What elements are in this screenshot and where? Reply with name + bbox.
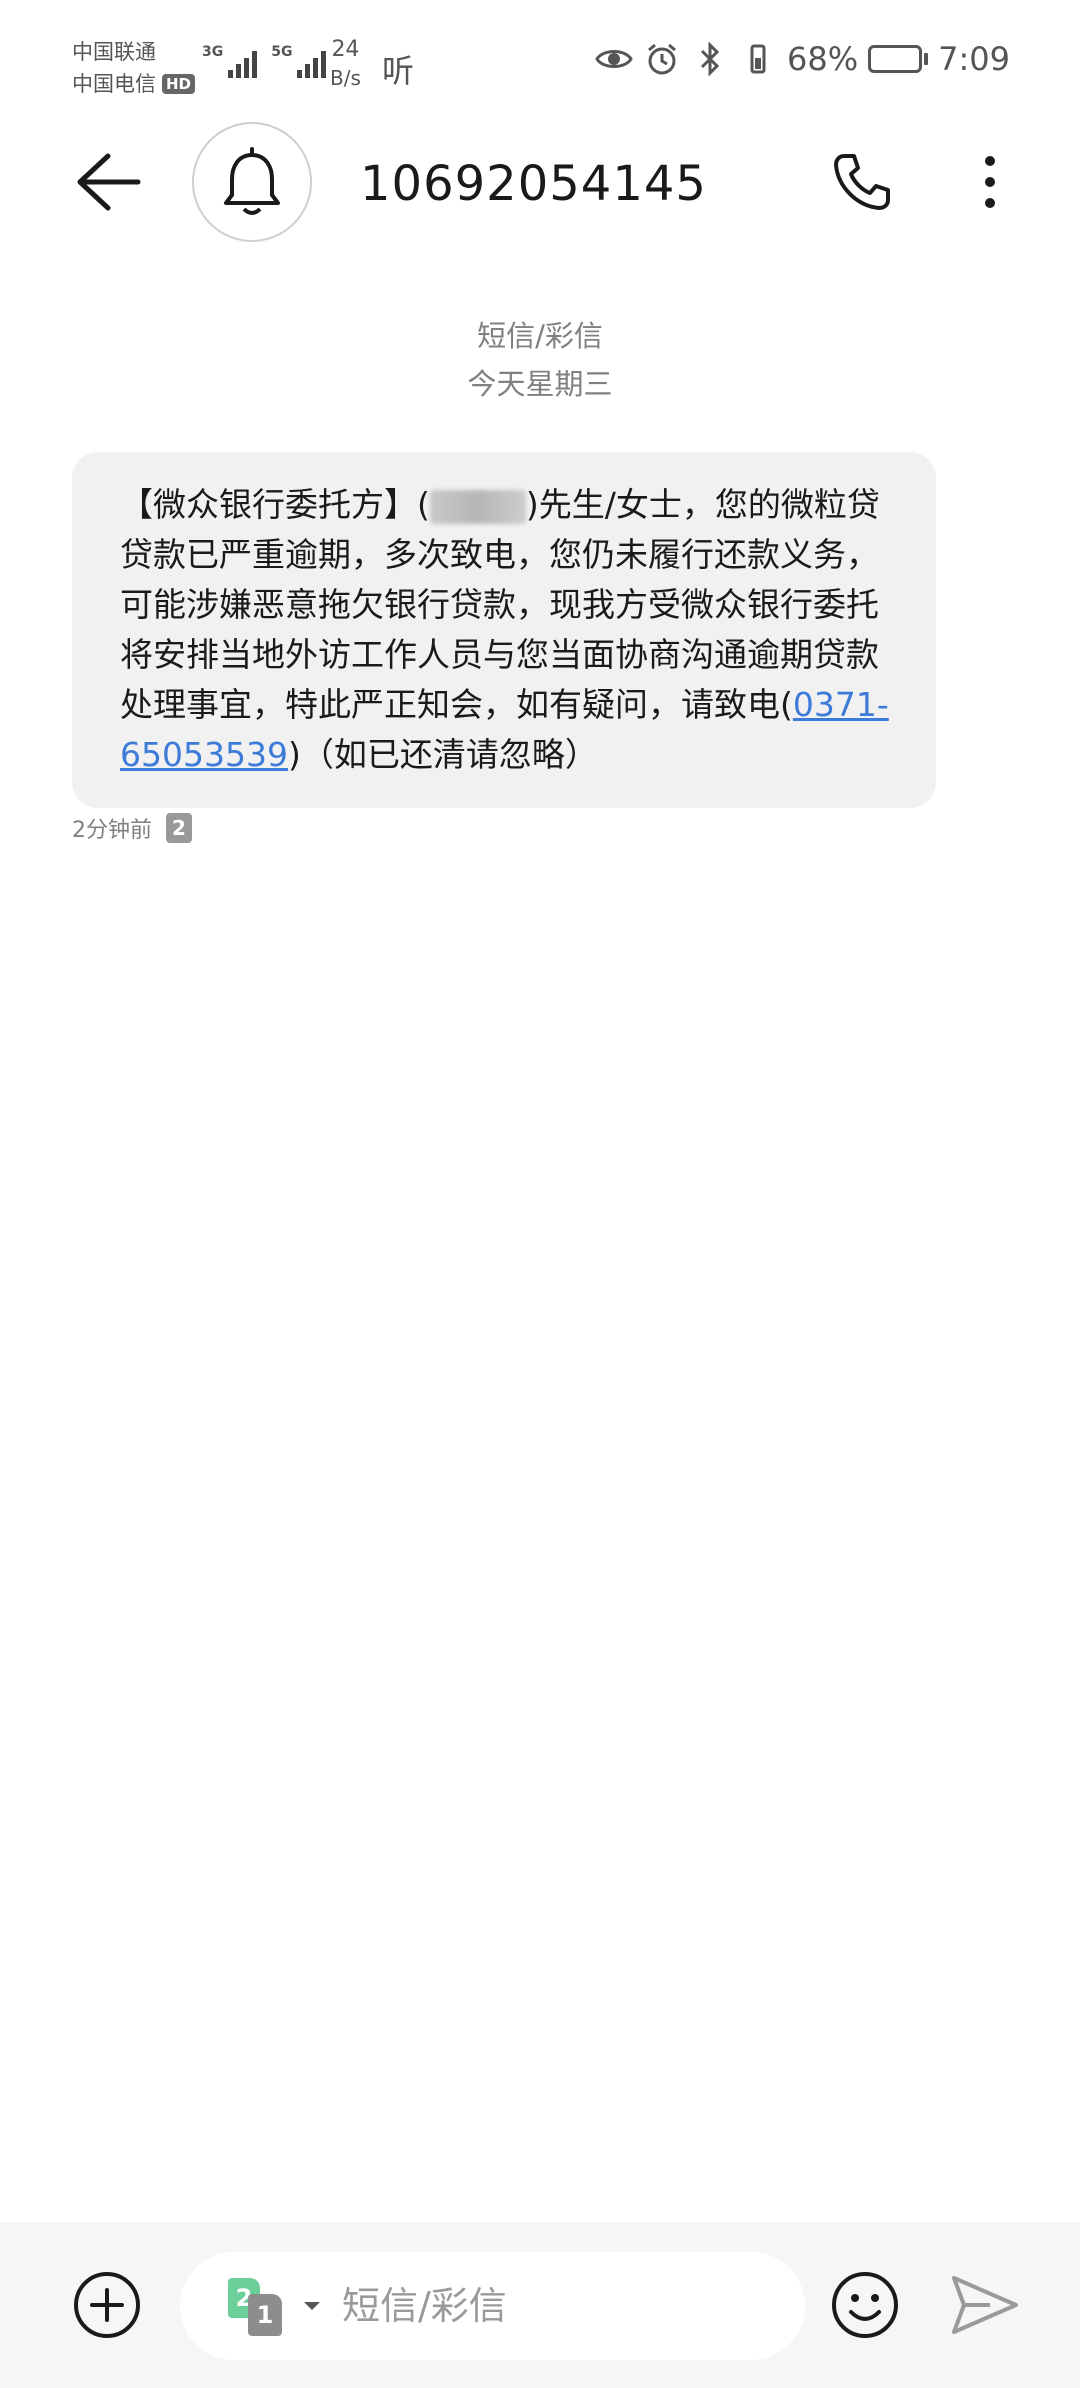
date-label: 今天星期三 <box>467 367 613 401</box>
network-type-1: 3G <box>202 44 224 60</box>
speed-unit: B/s <box>330 66 361 90</box>
eye-icon <box>595 40 633 78</box>
message-text-end: )（如已还清请忽略） <box>287 735 598 774</box>
message-meta: 2分钟前 2 <box>72 812 192 844</box>
conversation-header: 10692054145 <box>0 120 1080 250</box>
listen-icon: 听 <box>382 52 415 90</box>
hd-badge: HD <box>162 74 196 94</box>
alarm-icon <box>643 40 681 78</box>
status-bar: 中国联通 中国电信 HD 3G 5G 24 B/s 听 68% 7:09 <box>0 0 1080 130</box>
add-attachment-button[interactable] <box>72 2270 142 2340</box>
message-time: 2分钟前 <box>72 818 152 843</box>
battery-icon <box>868 45 929 73</box>
signal-indicators: 3G 5G <box>202 44 327 78</box>
add-circle-icon <box>74 2272 140 2338</box>
message-bubble[interactable]: 【微众银行委托方】()先生/女士，您的微粒贷贷款已严重逾期，多次致电，您仍未履行… <box>72 452 936 808</box>
status-icons: 68% 7:09 <box>595 40 1010 78</box>
message-type-label: 短信/彩信 <box>477 319 603 353</box>
contact-avatar[interactable] <box>192 122 312 242</box>
status-time: 7:09 <box>938 40 1010 78</box>
carrier-info: 中国联通 中国电信 HD <box>72 36 196 100</box>
message-input-container: 2 1 <box>180 2252 805 2360</box>
carrier-2-label: 中国电信 <box>72 72 156 96</box>
back-button[interactable] <box>72 146 144 218</box>
battery-percent: 68% <box>787 40 859 78</box>
message-text-start: 【微众银行委托方】( <box>120 485 430 524</box>
carrier-1-label: 中国联通 <box>72 40 156 64</box>
sim-card-1: 1 <box>248 2294 282 2336</box>
send-button[interactable] <box>950 2270 1020 2340</box>
call-button[interactable] <box>830 150 894 214</box>
network-type-2: 5G <box>271 44 293 60</box>
network-speed: 24 B/s <box>330 36 361 92</box>
emoji-button[interactable] <box>830 2270 900 2340</box>
more-options-button[interactable] <box>965 150 1015 214</box>
redacted-name <box>429 489 526 524</box>
phone-icon <box>834 154 890 210</box>
thread-meta: 短信/彩信 今天星期三 <box>0 312 1080 408</box>
emoji-icon <box>832 2272 898 2338</box>
message-input[interactable] <box>342 2284 702 2328</box>
sim-slot-badge: 2 <box>166 813 192 843</box>
chevron-down-icon[interactable] <box>304 2302 320 2310</box>
vibrate-icon <box>739 40 777 78</box>
message-composer: 2 1 <box>0 2222 1080 2388</box>
signal-strength-icon: 3G <box>202 44 258 78</box>
sim-switch-icon[interactable]: 2 1 <box>228 2278 290 2336</box>
contact-number[interactable]: 10692054145 <box>360 156 707 212</box>
back-arrow-icon <box>77 153 141 211</box>
send-icon <box>952 2276 1018 2334</box>
sms-conversation-screen: 中国联通 中国电信 HD 3G 5G 24 B/s 听 68% 7:09 106… <box>0 0 1080 2388</box>
bell-icon <box>224 147 280 215</box>
speed-value: 24 <box>331 37 360 62</box>
bluetooth-icon <box>691 40 729 78</box>
signal-strength-icon: 5G <box>271 44 327 78</box>
more-vertical-icon <box>985 156 995 166</box>
